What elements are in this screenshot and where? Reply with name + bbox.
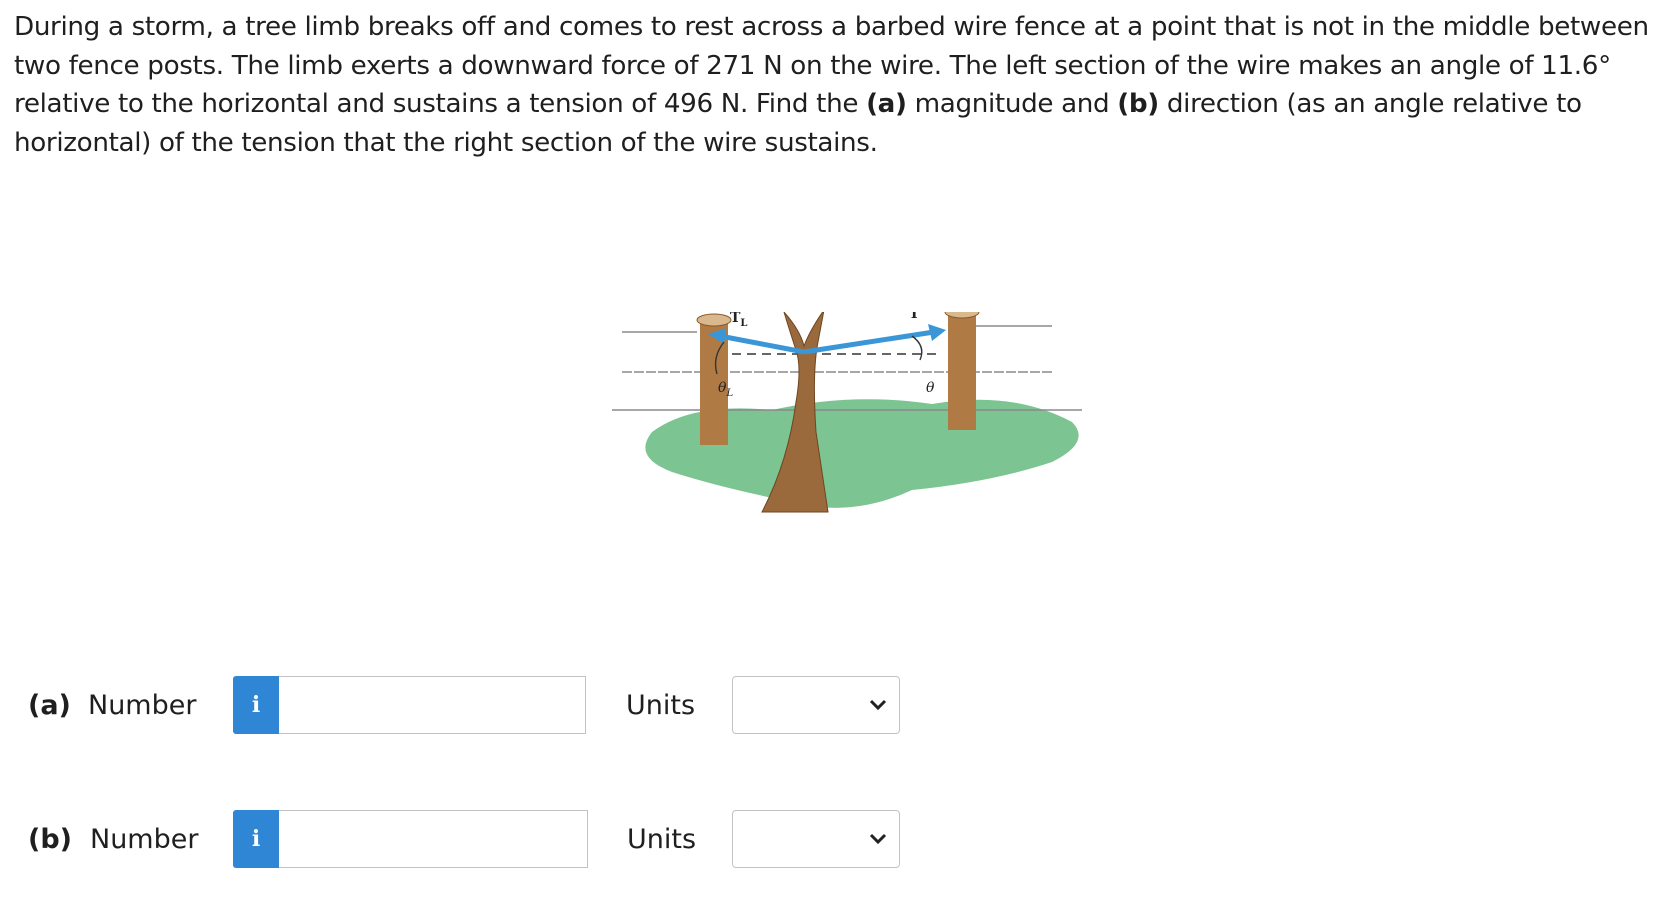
units-select-b[interactable]	[732, 810, 900, 868]
info-icon-a[interactable]: i	[233, 676, 279, 734]
theta-arc	[911, 335, 923, 361]
force-value: 271 N	[706, 50, 783, 81]
chevron-down-icon	[869, 833, 887, 845]
fence-diagram: TL → T → θL θ	[612, 312, 1082, 513]
info-icon-b[interactable]: i	[233, 810, 279, 868]
part-b-marker: (b)	[1117, 89, 1159, 119]
units-label-a: Units	[626, 690, 696, 721]
number-input-a[interactable]	[279, 676, 586, 734]
label-t-left: TL	[730, 312, 747, 329]
part-a-marker: (a)	[866, 89, 907, 119]
part-b-label: (b)	[28, 824, 73, 855]
tension-value: 496 N	[663, 89, 741, 119]
angle-value: 11.6°	[1541, 50, 1611, 81]
label-theta: θ	[926, 380, 935, 396]
chevron-down-icon	[869, 699, 887, 711]
number-input-b[interactable]	[279, 810, 588, 868]
units-select-a[interactable]	[732, 676, 900, 734]
fence-wires	[612, 325, 1082, 411]
number-label-b: Number	[90, 824, 199, 855]
question-text: During a storm, a tree limb breaks off a…	[14, 12, 1649, 158]
right-post	[944, 312, 980, 430]
label-t-right: T	[909, 312, 920, 322]
part-a-label: (a)	[28, 690, 71, 721]
number-label-a: Number	[88, 690, 197, 721]
t-left-vector-bar: →	[730, 312, 738, 314]
units-label-b: Units	[627, 824, 697, 855]
